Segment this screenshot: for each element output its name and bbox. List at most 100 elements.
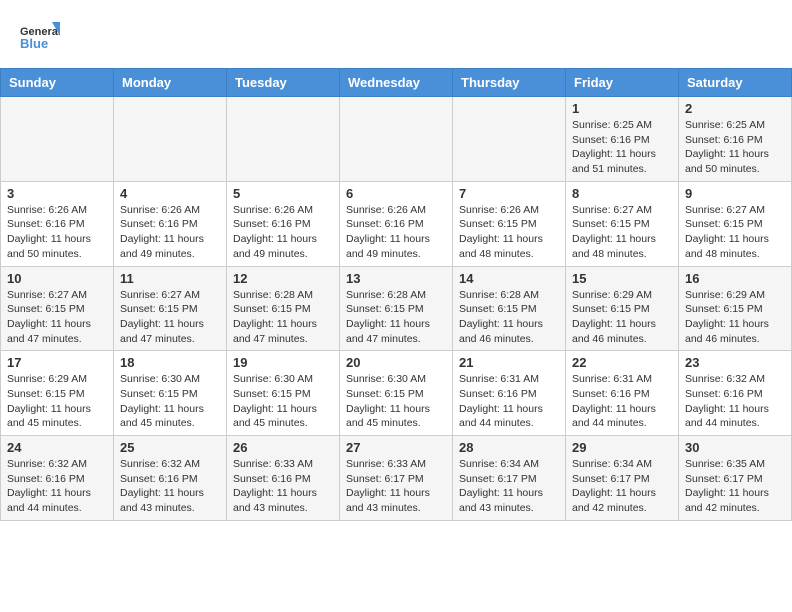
- day-number: 13: [346, 271, 446, 286]
- calendar-week-row: 17Sunrise: 6:29 AM Sunset: 6:15 PM Dayli…: [1, 351, 792, 436]
- day-info: Sunrise: 6:34 AM Sunset: 6:17 PM Dayligh…: [459, 457, 559, 516]
- day-info: Sunrise: 6:28 AM Sunset: 6:15 PM Dayligh…: [233, 288, 333, 347]
- day-number: 10: [7, 271, 107, 286]
- day-number: 21: [459, 355, 559, 370]
- calendar-day-cell: 26 Sunrise: 6:33 AM Sunset: 6:16 PM Dayli…: [227, 436, 340, 521]
- day-info: Sunrise: 6:26 AM Sunset: 6:16 PM Dayligh…: [346, 203, 446, 262]
- day-number: 8: [572, 186, 672, 201]
- day-info: Sunrise: 6:25 AM Sunset: 6:16 PM Dayligh…: [685, 118, 785, 177]
- logo: General Blue: [20, 18, 60, 58]
- day-info: Sunrise: 6:28 AM Sunset: 6:15 PM Dayligh…: [459, 288, 559, 347]
- day-info: Sunrise: 6:31 AM Sunset: 6:16 PM Dayligh…: [459, 372, 559, 431]
- weekday-header-tuesday: Tuesday: [227, 69, 340, 97]
- calendar-day-cell: 13 Sunrise: 6:28 AM Sunset: 6:15 PM Dayli…: [340, 266, 453, 351]
- weekday-header-row: SundayMondayTuesdayWednesdayThursdayFrid…: [1, 69, 792, 97]
- day-info: Sunrise: 6:32 AM Sunset: 6:16 PM Dayligh…: [685, 372, 785, 431]
- day-number: 18: [120, 355, 220, 370]
- day-number: 20: [346, 355, 446, 370]
- calendar-table: SundayMondayTuesdayWednesdayThursdayFrid…: [0, 68, 792, 521]
- day-info: Sunrise: 6:27 AM Sunset: 6:15 PM Dayligh…: [120, 288, 220, 347]
- day-info: Sunrise: 6:32 AM Sunset: 6:16 PM Dayligh…: [120, 457, 220, 516]
- calendar-week-row: 3Sunrise: 6:26 AM Sunset: 6:16 PM Daylig…: [1, 181, 792, 266]
- weekday-header-friday: Friday: [566, 69, 679, 97]
- day-info: Sunrise: 6:29 AM Sunset: 6:15 PM Dayligh…: [572, 288, 672, 347]
- day-number: 5: [233, 186, 333, 201]
- calendar-day-cell: 16 Sunrise: 6:29 AM Sunset: 6:15 PM Dayli…: [679, 266, 792, 351]
- day-info: Sunrise: 6:33 AM Sunset: 6:17 PM Dayligh…: [346, 457, 446, 516]
- day-info: Sunrise: 6:26 AM Sunset: 6:16 PM Dayligh…: [233, 203, 333, 262]
- day-number: 12: [233, 271, 333, 286]
- day-info: Sunrise: 6:27 AM Sunset: 6:15 PM Dayligh…: [572, 203, 672, 262]
- calendar-day-cell: 24 Sunrise: 6:32 AM Sunset: 6:16 PM Dayli…: [1, 436, 114, 521]
- calendar-week-row: 24 Sunrise: 6:32 AM Sunset: 6:16 PM Dayli…: [1, 436, 792, 521]
- calendar-day-cell: [114, 97, 227, 182]
- calendar-day-cell: 10 Sunrise: 6:27 AM Sunset: 6:15 PM Dayli…: [1, 266, 114, 351]
- calendar-day-cell: 4 Sunrise: 6:26 AM Sunset: 6:16 PM Daylig…: [114, 181, 227, 266]
- calendar-day-cell: 22 Sunrise: 6:31 AM Sunset: 6:16 PM Dayli…: [566, 351, 679, 436]
- day-number: 27: [346, 440, 446, 455]
- calendar-day-cell: 12 Sunrise: 6:28 AM Sunset: 6:15 PM Dayli…: [227, 266, 340, 351]
- day-info: Sunrise: 6:25 AM Sunset: 6:16 PM Dayligh…: [572, 118, 672, 177]
- day-number: 2: [685, 101, 785, 116]
- day-number: 26: [233, 440, 333, 455]
- weekday-header-thursday: Thursday: [453, 69, 566, 97]
- weekday-header-saturday: Saturday: [679, 69, 792, 97]
- day-info: Sunrise: 6:26 AM Sunset: 6:16 PM Dayligh…: [120, 203, 220, 262]
- calendar-day-cell: 6 Sunrise: 6:26 AM Sunset: 6:16 PM Daylig…: [340, 181, 453, 266]
- calendar-week-row: 10 Sunrise: 6:27 AM Sunset: 6:15 PM Dayli…: [1, 266, 792, 351]
- day-number: 1: [572, 101, 672, 116]
- day-info: Sunrise: 6:31 AM Sunset: 6:16 PM Dayligh…: [572, 372, 672, 431]
- day-number: 9: [685, 186, 785, 201]
- day-info: Sunrise: 6:30 AM Sunset: 6:15 PM Dayligh…: [346, 372, 446, 431]
- day-number: 22: [572, 355, 672, 370]
- day-info: Sunrise: 6:30 AM Sunset: 6:15 PM Dayligh…: [120, 372, 220, 431]
- calendar-day-cell: [227, 97, 340, 182]
- calendar-day-cell: [340, 97, 453, 182]
- day-number: 16: [685, 271, 785, 286]
- calendar-day-cell: 8 Sunrise: 6:27 AM Sunset: 6:15 PM Daylig…: [566, 181, 679, 266]
- day-number: 4: [120, 186, 220, 201]
- day-number: 28: [459, 440, 559, 455]
- calendar-day-cell: 21 Sunrise: 6:31 AM Sunset: 6:16 PM Dayli…: [453, 351, 566, 436]
- day-info: Sunrise: 6:29 AM Sunset: 6:15 PM Dayligh…: [685, 288, 785, 347]
- day-number: 19: [233, 355, 333, 370]
- calendar-day-cell: 1 Sunrise: 6:25 AM Sunset: 6:16 PM Daylig…: [566, 97, 679, 182]
- day-number: 17: [7, 355, 107, 370]
- day-info: Sunrise: 6:28 AM Sunset: 6:15 PM Dayligh…: [346, 288, 446, 347]
- day-info: Sunrise: 6:27 AM Sunset: 6:15 PM Dayligh…: [685, 203, 785, 262]
- calendar-day-cell: 3Sunrise: 6:26 AM Sunset: 6:16 PM Daylig…: [1, 181, 114, 266]
- day-info: Sunrise: 6:27 AM Sunset: 6:15 PM Dayligh…: [7, 288, 107, 347]
- day-number: 15: [572, 271, 672, 286]
- weekday-header-wednesday: Wednesday: [340, 69, 453, 97]
- day-number: 25: [120, 440, 220, 455]
- logo-icon: General Blue: [20, 18, 60, 58]
- calendar-day-cell: 9 Sunrise: 6:27 AM Sunset: 6:15 PM Daylig…: [679, 181, 792, 266]
- calendar-day-cell: 19Sunrise: 6:30 AM Sunset: 6:15 PM Dayli…: [227, 351, 340, 436]
- calendar-day-cell: 17Sunrise: 6:29 AM Sunset: 6:15 PM Dayli…: [1, 351, 114, 436]
- day-number: 11: [120, 271, 220, 286]
- day-number: 24: [7, 440, 107, 455]
- calendar-day-cell: 28 Sunrise: 6:34 AM Sunset: 6:17 PM Dayli…: [453, 436, 566, 521]
- calendar-day-cell: 23Sunrise: 6:32 AM Sunset: 6:16 PM Dayli…: [679, 351, 792, 436]
- calendar-week-row: 1 Sunrise: 6:25 AM Sunset: 6:16 PM Daylig…: [1, 97, 792, 182]
- calendar-day-cell: 30 Sunrise: 6:35 AM Sunset: 6:17 PM Dayli…: [679, 436, 792, 521]
- day-number: 6: [346, 186, 446, 201]
- day-info: Sunrise: 6:26 AM Sunset: 6:16 PM Dayligh…: [7, 203, 107, 262]
- calendar-day-cell: 15 Sunrise: 6:29 AM Sunset: 6:15 PM Dayli…: [566, 266, 679, 351]
- day-number: 30: [685, 440, 785, 455]
- calendar-day-cell: [453, 97, 566, 182]
- weekday-header-sunday: Sunday: [1, 69, 114, 97]
- weekday-header-monday: Monday: [114, 69, 227, 97]
- svg-text:Blue: Blue: [20, 36, 48, 51]
- calendar-day-cell: 29Sunrise: 6:34 AM Sunset: 6:17 PM Dayli…: [566, 436, 679, 521]
- calendar-day-cell: [1, 97, 114, 182]
- day-info: Sunrise: 6:34 AM Sunset: 6:17 PM Dayligh…: [572, 457, 672, 516]
- logo: General Blue: [20, 18, 60, 58]
- calendar-day-cell: 27 Sunrise: 6:33 AM Sunset: 6:17 PM Dayli…: [340, 436, 453, 521]
- day-info: Sunrise: 6:35 AM Sunset: 6:17 PM Dayligh…: [685, 457, 785, 516]
- day-info: Sunrise: 6:33 AM Sunset: 6:16 PM Dayligh…: [233, 457, 333, 516]
- day-info: Sunrise: 6:32 AM Sunset: 6:16 PM Dayligh…: [7, 457, 107, 516]
- day-info: Sunrise: 6:26 AM Sunset: 6:15 PM Dayligh…: [459, 203, 559, 262]
- calendar-day-cell: 5 Sunrise: 6:26 AM Sunset: 6:16 PM Daylig…: [227, 181, 340, 266]
- day-number: 7: [459, 186, 559, 201]
